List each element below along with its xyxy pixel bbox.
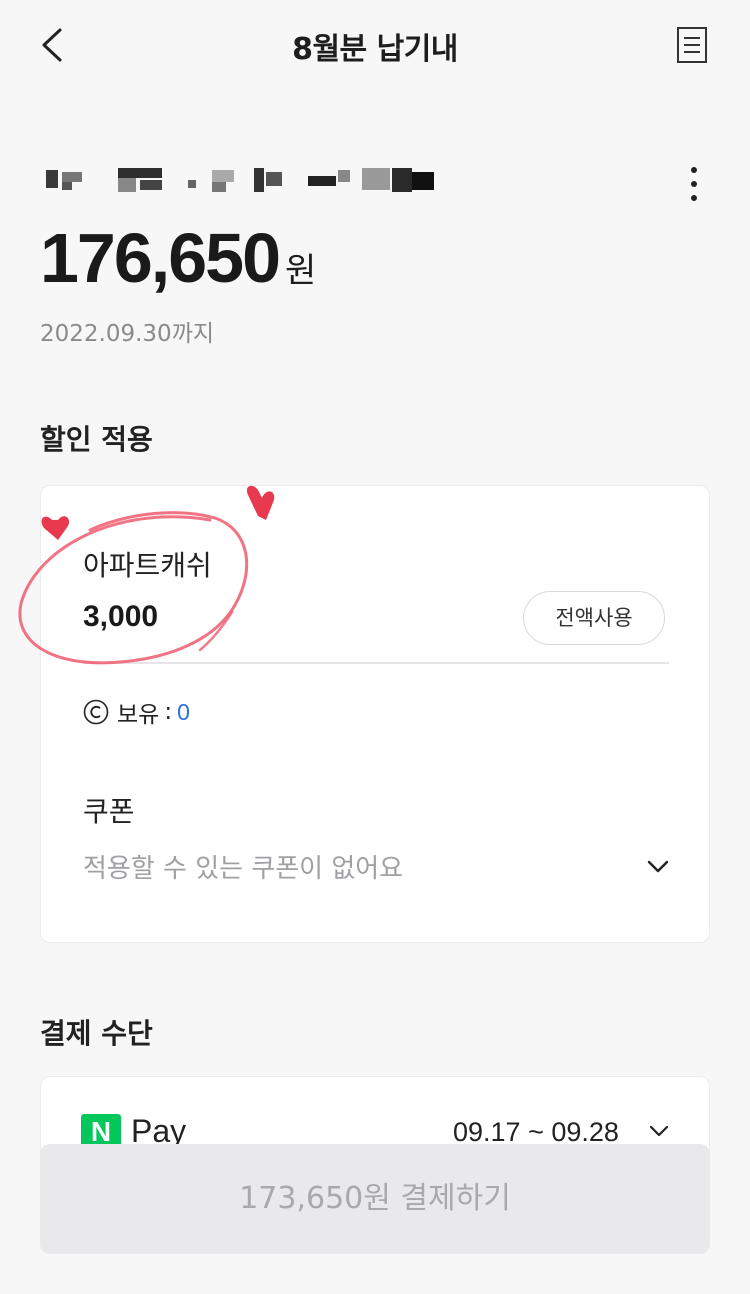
apartment-cash-value[interactable]: 3,000 [83,600,158,634]
pixelated-billing-name [40,162,440,196]
balance-value: 0 [177,698,190,725]
receipt-icon [677,27,707,63]
more-options-button[interactable] [672,164,716,204]
amount-value: 176,650 [40,219,281,297]
coupon-select[interactable]: 적용할 수 있는 쿠폰이 없어요 [83,848,403,885]
discount-card: 아파트캐쉬 3,000 전액사용 보유 : 0 쿠폰 적용할 수 있는 쿠폰이 … [40,485,710,943]
pay-button[interactable]: 173,650원 결제하기 [40,1144,710,1254]
receipt-button[interactable] [672,24,712,68]
divider [83,662,669,664]
chevron-down-icon[interactable] [645,1119,673,1145]
discount-section-title: 할인 적용 [40,423,153,456]
coupon-label: 쿠폰 [83,795,135,828]
bill-amount: 176,650 원 [40,218,316,298]
page-title: 8월분 납기내 [292,32,458,67]
cash-balance: 보유 : 0 [83,696,190,728]
more-vertical-icon [691,167,697,201]
coin-icon [83,699,109,725]
payment-section-title: 결제 수단 [40,1017,153,1050]
chevron-down-icon[interactable] [641,852,675,882]
balance-label: 보유 [117,702,160,728]
top-bar: 8월분 납기내 [0,0,750,92]
amount-unit: 원 [285,251,317,291]
balance-separator: : [164,699,173,725]
due-date: 2022.09.30까지 [40,321,215,347]
apartment-cash-label: 아파트캐쉬 [83,549,212,582]
use-all-button[interactable]: 전액사용 [523,591,665,645]
